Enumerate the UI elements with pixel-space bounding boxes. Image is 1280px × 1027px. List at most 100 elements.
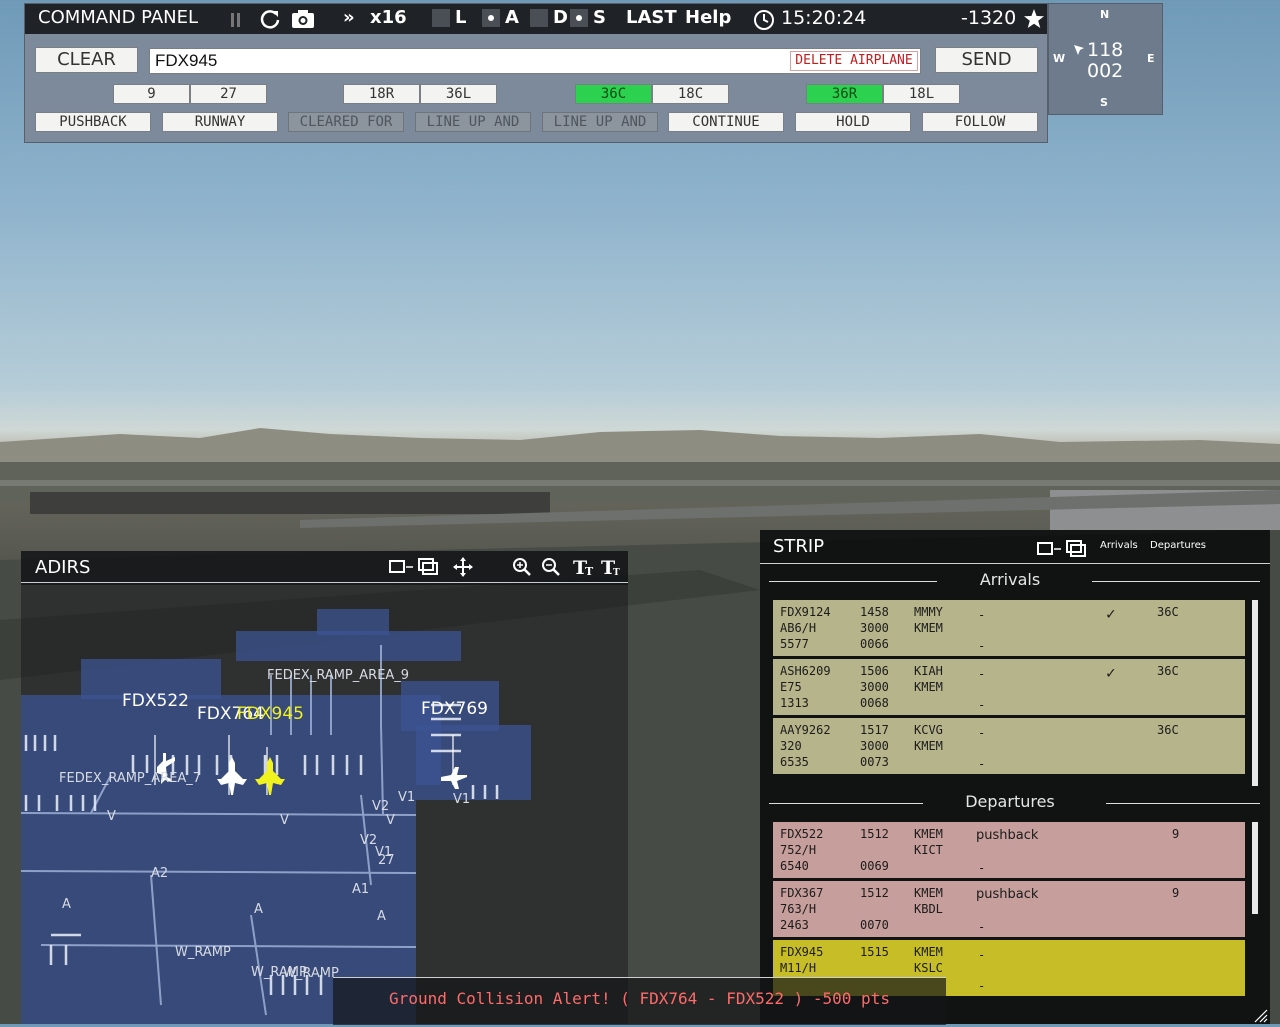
- compass-e: E: [1147, 52, 1155, 65]
- zoom-out-icon[interactable]: [541, 557, 561, 582]
- delete-airplane-button[interactable]: DELETE AIRPLANE: [790, 51, 918, 71]
- toggle-l-label: L: [455, 7, 467, 28]
- toggle-s-label: S: [593, 7, 606, 28]
- line-up-and-button-1[interactable]: LINE UP AND: [415, 112, 531, 132]
- check-icon: ✓: [1106, 604, 1116, 623]
- sim-time: 15:20:24: [781, 7, 867, 29]
- resize-grip-icon[interactable]: [1254, 1008, 1268, 1027]
- svg-text:T: T: [613, 568, 620, 577]
- adirs-panel: ADIRS TT TT FEDEX_RAMP_AREA_9 FEDEX_RAMP…: [21, 551, 628, 1024]
- toggle-a-checkbox[interactable]: [482, 9, 500, 27]
- heading-arrow-icon: [1073, 41, 1085, 60]
- zoom-in-icon[interactable]: [512, 557, 532, 582]
- strip-header-divider: [760, 563, 1270, 564]
- departure-strip[interactable]: FDX522 752/H 6540 1512 0069 KMEM KICT pu…: [773, 822, 1245, 878]
- aircraft-label-fdx945[interactable]: FDX945: [237, 704, 304, 724]
- ground-map[interactable]: FEDEX_RAMP_AREA_9 FEDEX_RAMP_AREA_7 V V …: [21, 585, 628, 1024]
- aircraft-label-fdx522[interactable]: FDX522: [122, 691, 189, 711]
- arrival-strip[interactable]: AAY9262 320 6535 1517 3000 0073 KCVG KME…: [773, 718, 1245, 774]
- send-button[interactable]: SEND: [935, 47, 1038, 73]
- pushback-button[interactable]: PUSHBACK: [35, 112, 151, 132]
- departures-section-header: Departures: [760, 792, 1260, 814]
- map-label-a2: A2: [151, 866, 169, 881]
- runway-9-button[interactable]: 9: [113, 84, 190, 104]
- command-panel-title: COMMAND PANEL: [38, 7, 199, 28]
- continue-button[interactable]: CONTINUE: [668, 112, 784, 132]
- collision-alert-banner: Ground Collision Alert! ( FDX764 - FDX52…: [333, 977, 946, 1025]
- arrivals-section-label: Arrivals: [979, 570, 1041, 589]
- command-panel-titlebar: COMMAND PANEL » x16 L A D S LAST Help 15…: [25, 4, 1047, 34]
- reload-icon[interactable]: [259, 8, 281, 34]
- toggle-s-checkbox[interactable]: [570, 9, 588, 27]
- toggle-d-checkbox[interactable]: [530, 9, 548, 27]
- text-smaller-icon[interactable]: TT: [601, 557, 623, 582]
- camera-icon[interactable]: [291, 9, 315, 33]
- toggle-a-label: A: [505, 7, 519, 28]
- svg-text:T: T: [585, 565, 594, 577]
- follow-button[interactable]: FOLLOW: [922, 112, 1038, 132]
- compass-value2: 002: [1087, 60, 1124, 82]
- map-label-a: A: [377, 909, 386, 924]
- clock-icon: [753, 9, 775, 35]
- arrival-strip[interactable]: ASH6209 E75 1313 1506 3000 0068 KIAH KME…: [773, 659, 1245, 715]
- aircraft-label-fdx769[interactable]: FDX769: [421, 699, 488, 719]
- line-up-and-button-2[interactable]: LINE UP AND: [542, 112, 658, 132]
- runway-36r-button[interactable]: 36R: [806, 84, 883, 104]
- score: -1320: [961, 7, 1017, 29]
- cleared-for-button[interactable]: CLEARED FOR: [288, 112, 404, 132]
- clear-button[interactable]: CLEAR: [35, 47, 138, 73]
- check-icon: ✓: [1106, 663, 1116, 682]
- collision-alert-text: Ground Collision Alert! ( FDX764 - FDX52…: [389, 989, 890, 1008]
- compass-n: N: [1100, 8, 1110, 21]
- runway-command-button[interactable]: RUNWAY: [162, 112, 278, 132]
- move-icon[interactable]: [453, 557, 473, 582]
- compass-w: W: [1053, 52, 1066, 65]
- strip-title: STRIP: [773, 536, 825, 557]
- runway-36c-button[interactable]: 36C: [575, 84, 652, 104]
- map-label-v: V: [107, 809, 116, 824]
- map-label-v2: V2: [372, 799, 390, 814]
- toggle-l-checkbox[interactable]: [432, 9, 450, 27]
- arrivals-section-header: Arrivals: [760, 570, 1260, 592]
- strip-panel: STRIP Arrivals Departures Arrivals FDX91…: [760, 530, 1270, 1024]
- speed-multiplier[interactable]: x16: [370, 7, 407, 28]
- map-label-fedex-ramp-area-9: FEDEX_RAMP_AREA_9: [267, 668, 410, 683]
- map-label-v1: V1: [453, 792, 471, 807]
- departures-scrollbar[interactable]: [1252, 822, 1258, 914]
- runway-36l-button[interactable]: 36L: [420, 84, 497, 104]
- map-label-v1: V1: [398, 790, 416, 805]
- pause-icon[interactable]: [231, 12, 241, 27]
- window-detach-icon[interactable]: [1037, 539, 1089, 563]
- map-label-fedex-ramp-area-7: FEDEX_RAMP_AREA_7: [59, 771, 202, 786]
- toggle-d-label: D: [553, 7, 568, 28]
- map-label-a: A: [254, 902, 263, 917]
- compass: N E S W 118 002: [1048, 3, 1163, 115]
- compass-s: S: [1100, 96, 1108, 109]
- tab-departures[interactable]: Departures: [1150, 540, 1206, 551]
- departure-strip[interactable]: FDX367 763/H 2463 1512 0070 KMEM KBDL pu…: [773, 881, 1245, 937]
- adirs-header: ADIRS TT TT: [21, 551, 628, 585]
- fast-forward-icon[interactable]: »: [343, 7, 355, 28]
- text-larger-icon[interactable]: TT: [573, 557, 595, 582]
- window-detach-icon[interactable]: [389, 557, 441, 582]
- adirs-header-divider: [21, 582, 628, 583]
- runway-18l-button[interactable]: 18L: [883, 84, 960, 104]
- departures-section-label: Departures: [965, 792, 1055, 811]
- map-label-27: 27: [378, 853, 395, 868]
- runway-18c-button[interactable]: 18C: [652, 84, 729, 104]
- map-label-v: V: [386, 813, 395, 828]
- map-label-v: V: [280, 813, 289, 828]
- ground-map-graphics: [21, 609, 531, 1024]
- compass-heading: 118: [1087, 39, 1124, 61]
- runway-27-button[interactable]: 27: [190, 84, 267, 104]
- hold-button[interactable]: HOLD: [795, 112, 911, 132]
- arrivals-scrollbar[interactable]: [1252, 600, 1258, 786]
- tab-arrivals[interactable]: Arrivals: [1100, 540, 1138, 551]
- last-button[interactable]: LAST: [626, 7, 677, 28]
- runway-18r-button[interactable]: 18R: [343, 84, 420, 104]
- map-label-w-ramp: W_RAMP: [175, 945, 231, 960]
- arrival-strip[interactable]: FDX9124 AB6/H 5577 1458 3000 0066 MMMY K…: [773, 600, 1245, 656]
- adirs-title: ADIRS: [35, 557, 91, 578]
- command-panel: COMMAND PANEL » x16 L A D S LAST Help 15…: [24, 3, 1048, 143]
- help-button[interactable]: Help: [685, 7, 731, 28]
